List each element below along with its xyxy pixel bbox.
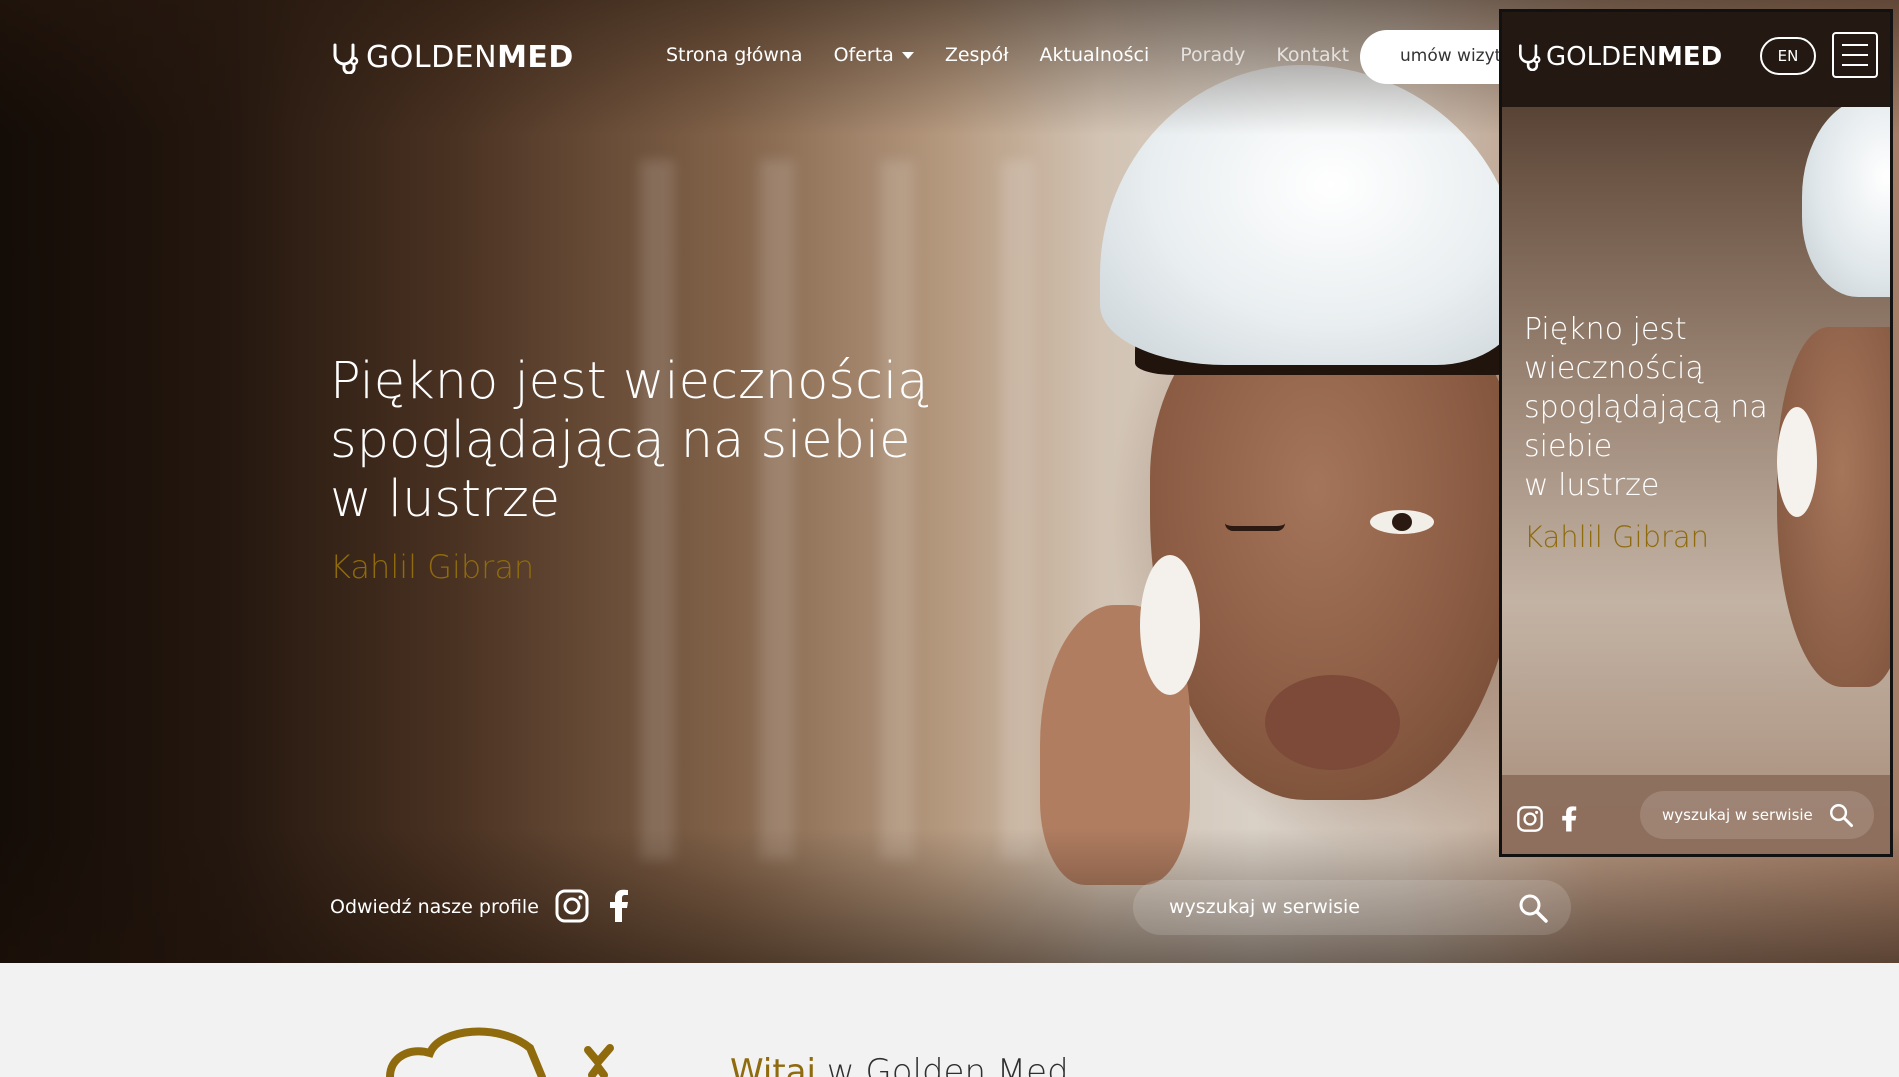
mobile-logo-text-light: GOLDEN [1546, 42, 1657, 72]
mobile-hero-quote: Piękno jest wiecznością spoglądającą na … [1524, 310, 1794, 505]
hero-quote-line: Piękno jest wiecznością [330, 352, 929, 411]
nav-item-team[interactable]: Zespół [945, 44, 1009, 66]
search-icon[interactable] [1517, 892, 1549, 924]
main-nav: Strona główna Oferta Zespół Aktualności … [666, 44, 1349, 66]
welcome-heading-rest: w Golden Med [815, 1052, 1069, 1077]
instagram-icon[interactable] [1516, 805, 1544, 833]
mobile-hero-quote-author: Kahlil Gibran [1524, 520, 1710, 554]
mobile-hero-quote-line: w lustrze [1524, 468, 1660, 503]
welcome-heading-accent: Witaj [730, 1052, 816, 1077]
mobile-logo-text-bold: MED [1657, 42, 1723, 72]
nav-item-advice[interactable]: Porady [1180, 44, 1245, 66]
site-search [1133, 880, 1571, 935]
nav-item-news[interactable]: Aktualności [1040, 44, 1150, 66]
nav-item-offer-label: Oferta [833, 44, 894, 66]
mobile-site-search [1640, 791, 1874, 839]
nav-item-home[interactable]: Strona główna [666, 44, 803, 66]
language-switch-button[interactable]: EN [1760, 37, 1816, 75]
nav-item-contact[interactable]: Kontakt [1276, 44, 1349, 66]
mobile-search-input[interactable] [1662, 806, 1827, 824]
search-input[interactable] [1169, 896, 1499, 918]
instagram-icon[interactable] [554, 888, 590, 924]
social-profiles-label: Odwiedź nasze profile [330, 896, 539, 918]
mobile-hero-photo-towel [1802, 97, 1890, 297]
nav-item-offer[interactable]: Oferta [834, 44, 914, 66]
mobile-site-logo[interactable]: GOLDENMED [1516, 42, 1722, 72]
hamburger-menu-icon[interactable] [1832, 32, 1878, 78]
welcome-illustration [386, 1027, 614, 1077]
hero-quote-author: Kahlil Gibran [330, 548, 535, 586]
hero-quote-line: w lustrze [330, 470, 561, 529]
facebook-icon[interactable] [1556, 805, 1584, 833]
facebook-icon[interactable] [602, 888, 638, 924]
hero-quote: Piękno jest wiecznością spoglądającą na … [330, 352, 1030, 529]
site-logo[interactable]: GOLDENMED [330, 40, 574, 75]
hero-quote-line: spoglądającą na siebie [330, 411, 911, 470]
mobile-hero-quote-line: siebie [1524, 429, 1613, 464]
logo-text-bold: MED [497, 40, 574, 75]
mobile-preview: GOLDENMED EN Piękno jest wiecznością spo… [1499, 9, 1893, 857]
mobile-logo-text: GOLDENMED [1546, 42, 1722, 72]
caret-down-icon [901, 52, 914, 59]
stethoscope-icon [333, 43, 359, 74]
mobile-hero-quote-line: Piękno jest [1524, 312, 1687, 347]
stethoscope-icon [1519, 44, 1541, 71]
search-icon[interactable] [1828, 802, 1854, 828]
mobile-hero-quote-line: spoglądającą na [1524, 390, 1768, 425]
logo-text-light: GOLDEN [366, 40, 498, 75]
mobile-hero-quote-line: wiecznością [1524, 351, 1704, 386]
logo-text: GOLDENMED [366, 40, 574, 75]
welcome-heading: Witaj w Golden Med [730, 1052, 1069, 1077]
